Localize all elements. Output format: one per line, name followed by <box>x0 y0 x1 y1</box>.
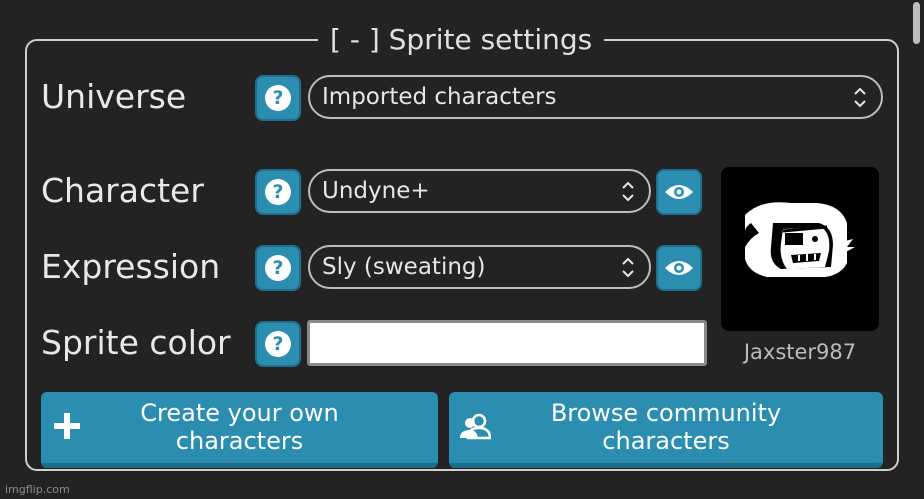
help-icon: ? <box>265 179 291 205</box>
sprite-preview <box>721 167 879 331</box>
updown-chevron-icon <box>854 87 866 108</box>
browse-label-line1: Browse community <box>550 399 782 427</box>
eye-icon <box>665 261 693 275</box>
undyne-sprite-image <box>743 202 855 277</box>
help-icon: ? <box>265 331 291 357</box>
character-select[interactable]: Undyne+ <box>308 169 651 213</box>
eye-icon <box>665 185 693 199</box>
universe-select-value: Imported characters <box>322 84 557 110</box>
scrollbar[interactable] <box>913 2 920 44</box>
browse-community-button[interactable]: Browse community characters <box>449 392 883 468</box>
expression-select[interactable]: Sly (sweating) <box>308 245 651 289</box>
create-label-line1: Create your own <box>140 399 339 427</box>
universe-select[interactable]: Imported characters <box>308 75 883 119</box>
create-characters-button[interactable]: Create your own characters <box>41 392 438 468</box>
sprite-color-label: Sprite color <box>41 323 231 362</box>
browse-community-label: Browse community characters <box>449 399 883 455</box>
sprite-color-input[interactable] <box>307 320 707 366</box>
sprite-color-help-button[interactable]: ? <box>255 321 301 367</box>
character-select-value: Undyne+ <box>322 178 430 204</box>
create-characters-label: Create your own characters <box>41 399 438 455</box>
expression-select-value: Sly (sweating) <box>322 254 486 280</box>
character-help-button[interactable]: ? <box>255 169 301 215</box>
help-icon: ? <box>265 85 291 111</box>
universe-help-button[interactable]: ? <box>255 75 301 121</box>
updown-chevron-icon <box>622 257 634 278</box>
create-label-line2: characters <box>175 427 304 455</box>
browse-label-line2: characters <box>602 427 730 455</box>
expression-label: Expression <box>41 247 221 286</box>
help-icon: ? <box>265 255 291 281</box>
sprite-author-credit: Jaxster987 <box>743 340 857 364</box>
expression-preview-eye-button[interactable] <box>656 245 702 291</box>
character-preview-eye-button[interactable] <box>656 169 702 215</box>
expression-help-button[interactable]: ? <box>255 245 301 291</box>
character-label: Character <box>41 171 204 210</box>
universe-label: Universe <box>41 77 187 116</box>
updown-chevron-icon <box>622 181 634 202</box>
panel-legend[interactable]: [ - ] Sprite settings <box>318 22 605 58</box>
imgflip-watermark: imgflip.com <box>5 483 70 496</box>
